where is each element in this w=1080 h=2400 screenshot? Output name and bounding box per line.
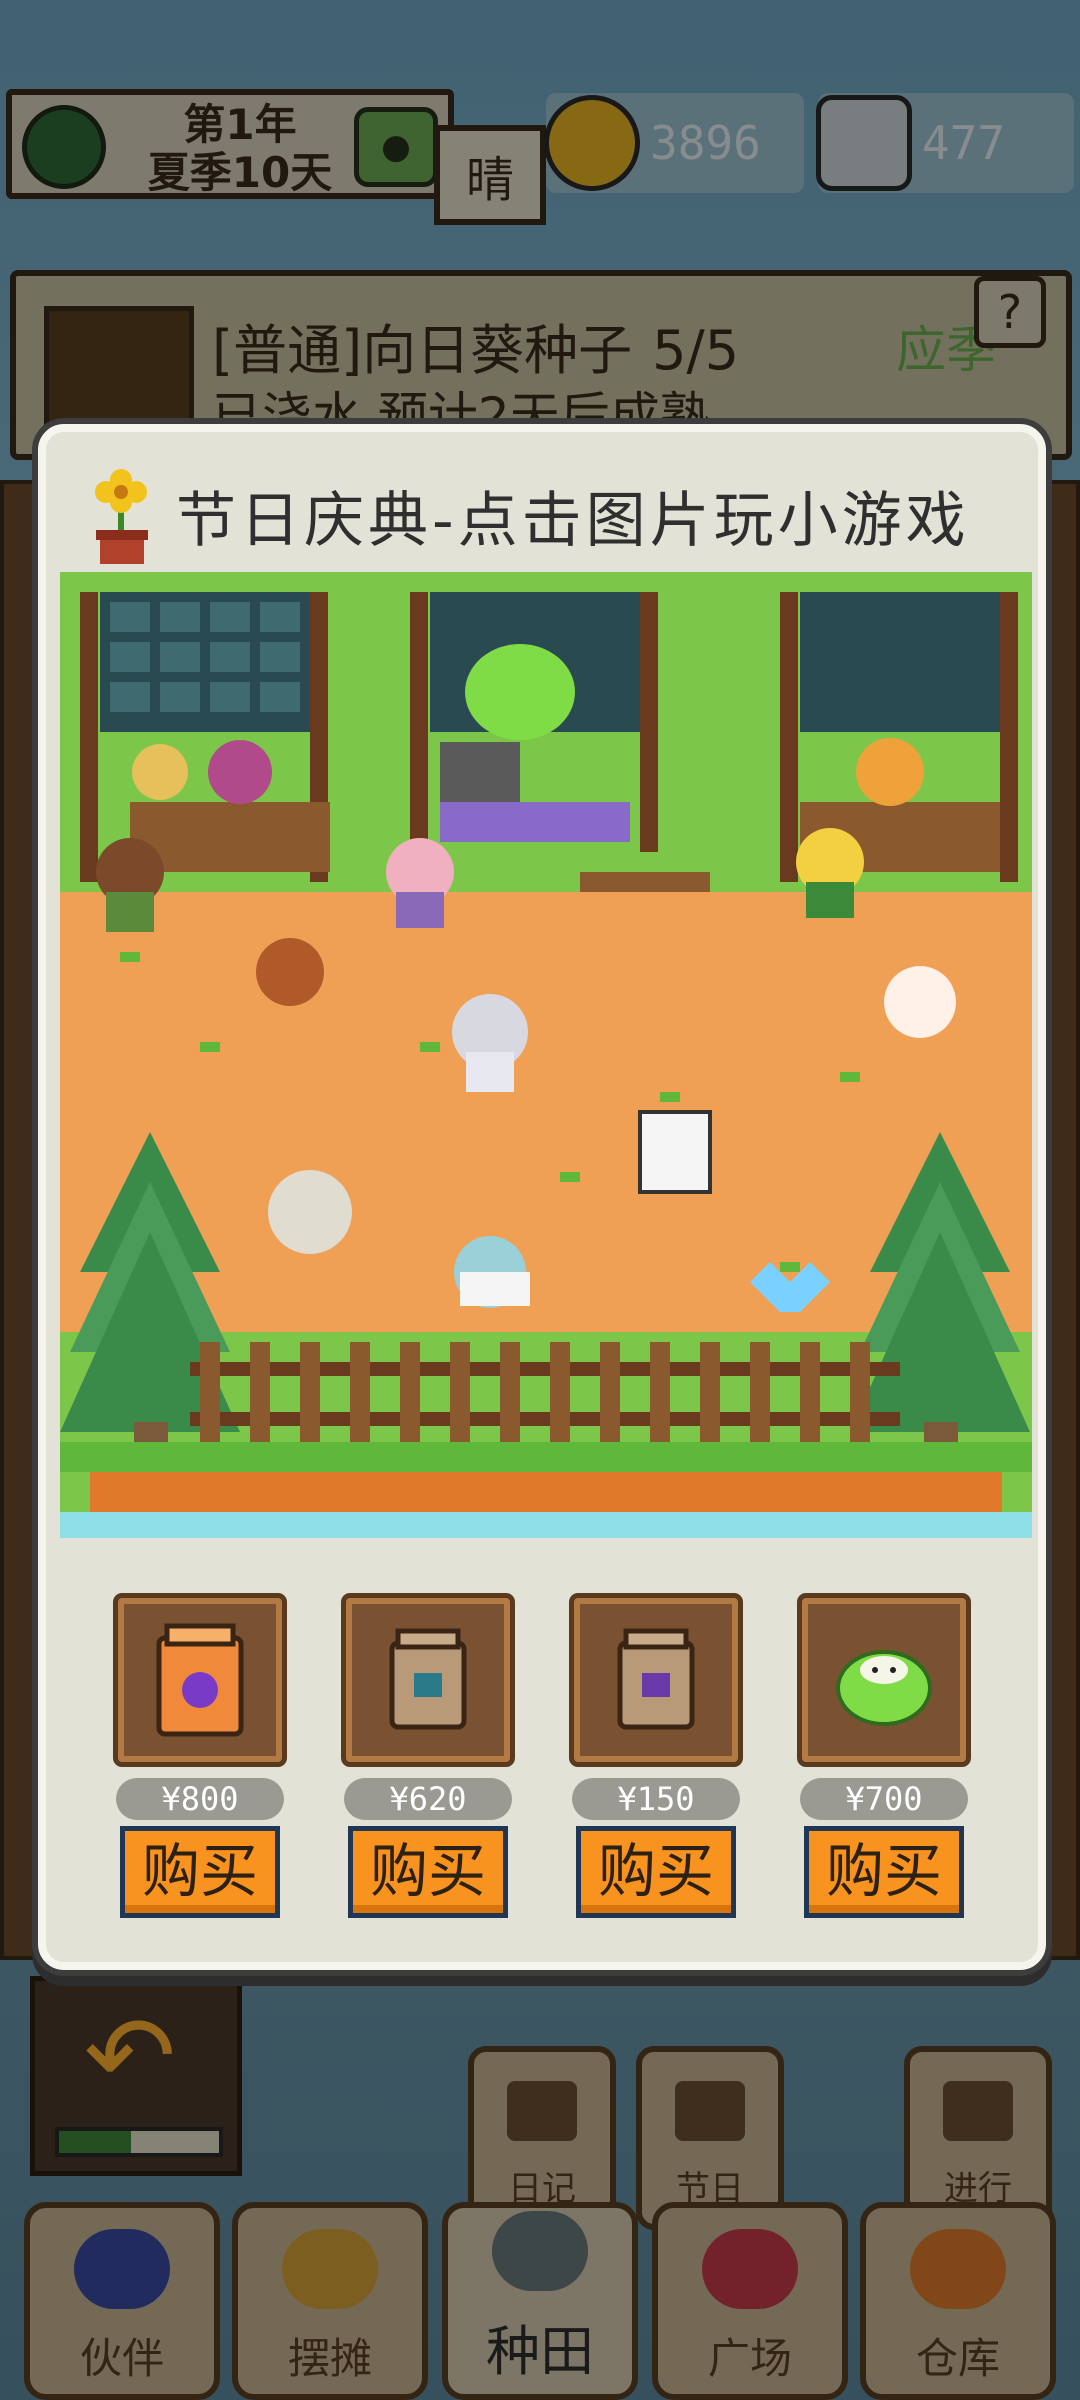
modal-header: 节日庆典-点击图片玩小游戏 — [46, 452, 1038, 564]
top-status-bar: 第1年 夏季10天 ● 晴 3896 477 — [0, 85, 1080, 225]
nav-farming-label: 种田 — [486, 2320, 594, 2383]
nav-partners[interactable]: 伙伴 — [24, 2202, 220, 2400]
seed-bag-teal-icon — [389, 1628, 467, 1730]
product-card: ¥700 购买 — [798, 1598, 970, 1918]
price-tag: ¥700 — [800, 1778, 968, 1820]
product-card: ¥800 购买 — [114, 1598, 286, 1918]
bottom-navigation: 伙伴 摆摊 种田 广场 仓库 — [0, 2192, 1080, 2400]
price-tag: ¥620 — [344, 1778, 512, 1820]
product-frame[interactable] — [346, 1598, 510, 1762]
star-icon — [675, 2081, 745, 2141]
gem-value: 477 — [922, 116, 1006, 170]
modal-title: 节日庆典-点击图片玩小游戏 — [176, 486, 970, 556]
festival-modal: 节日庆典-点击图片玩小游戏 ¥800 购买 ¥620 购买 ¥150 购买 ¥7… — [38, 424, 1046, 1970]
nav-stall[interactable]: 摆摊 — [232, 2202, 428, 2400]
left-side-strip — [0, 480, 36, 1960]
season-avatar-icon — [22, 105, 106, 189]
gem-counter[interactable]: 477 — [816, 93, 1074, 193]
nav-warehouse[interactable]: 仓库 — [860, 2202, 1056, 2400]
nav-plaza[interactable]: 广场 — [652, 2202, 848, 2400]
partners-icon — [74, 2229, 170, 2309]
buy-button[interactable]: 购买 — [576, 1826, 736, 1918]
slime-mascot — [465, 644, 575, 740]
seed-bag-violet-icon — [617, 1628, 695, 1730]
festival-scene-image[interactable] — [60, 572, 1032, 1538]
weather-badge: 晴 — [434, 125, 546, 225]
product-frame[interactable] — [802, 1598, 966, 1762]
product-frame[interactable] — [574, 1598, 738, 1762]
time-dial-icon[interactable]: ● — [354, 107, 438, 187]
nav-stall-label: 摆摊 — [287, 2334, 372, 2383]
product-frame[interactable] — [118, 1598, 282, 1762]
nav-warehouse-label: 仓库 — [915, 2334, 1000, 2383]
nav-partners-label: 伙伴 — [79, 2334, 164, 2383]
help-icon[interactable]: ? — [974, 276, 1046, 348]
stall-icon — [282, 2229, 378, 2309]
festival-scene-art — [60, 572, 1032, 1538]
shop-products: ¥800 购买 ¥620 购买 ¥150 购买 ¥700 购买 — [46, 1598, 1038, 1928]
product-card: ¥150 购买 — [570, 1598, 742, 1918]
play-arrow-icon — [943, 2081, 1013, 2141]
flower-plaza-icon — [702, 2229, 798, 2309]
growth-progress-fill — [59, 2131, 131, 2153]
task-count: 5/5 — [652, 319, 740, 382]
year-label: 第1年 — [183, 100, 297, 149]
task-title: [普通]向日葵种子 5/5 — [212, 306, 739, 385]
season-label: 夏季10天 — [147, 148, 333, 197]
house-icon — [910, 2229, 1006, 2309]
gold-value: 3896 — [650, 116, 761, 170]
date-panel: 第1年 夏季10天 ● — [6, 89, 454, 199]
task-title-text: [普通]向日葵种子 — [212, 319, 633, 382]
product-card: ¥620 购买 — [342, 1598, 514, 1918]
growth-progress-bar — [55, 2127, 223, 2157]
nav-farming[interactable]: 种田 — [442, 2202, 638, 2400]
gold-coin-icon — [544, 95, 640, 191]
gem-icon — [816, 95, 912, 191]
diary-icon — [507, 2081, 577, 2141]
back-panel[interactable]: ↶ — [30, 1976, 242, 2176]
price-tag: ¥800 — [116, 1778, 284, 1820]
date-text: 第1年 夏季10天 — [130, 101, 350, 197]
green-slime-icon — [836, 1650, 932, 1726]
nav-plaza-label: 广场 — [707, 2334, 792, 2383]
undo-arrow-icon[interactable]: ↶ — [75, 2001, 185, 2111]
price-tag: ¥150 — [572, 1778, 740, 1820]
seed-bag-purple-icon — [156, 1623, 244, 1737]
buy-button[interactable]: 购买 — [348, 1826, 508, 1918]
buy-button[interactable]: 购买 — [120, 1826, 280, 1918]
potted-flower-icon — [95, 469, 148, 564]
right-side-strip — [1044, 480, 1080, 1960]
gold-counter[interactable]: 3896 — [544, 93, 804, 193]
buy-button[interactable]: 购买 — [804, 1826, 964, 1918]
watering-can-icon — [492, 2211, 588, 2291]
